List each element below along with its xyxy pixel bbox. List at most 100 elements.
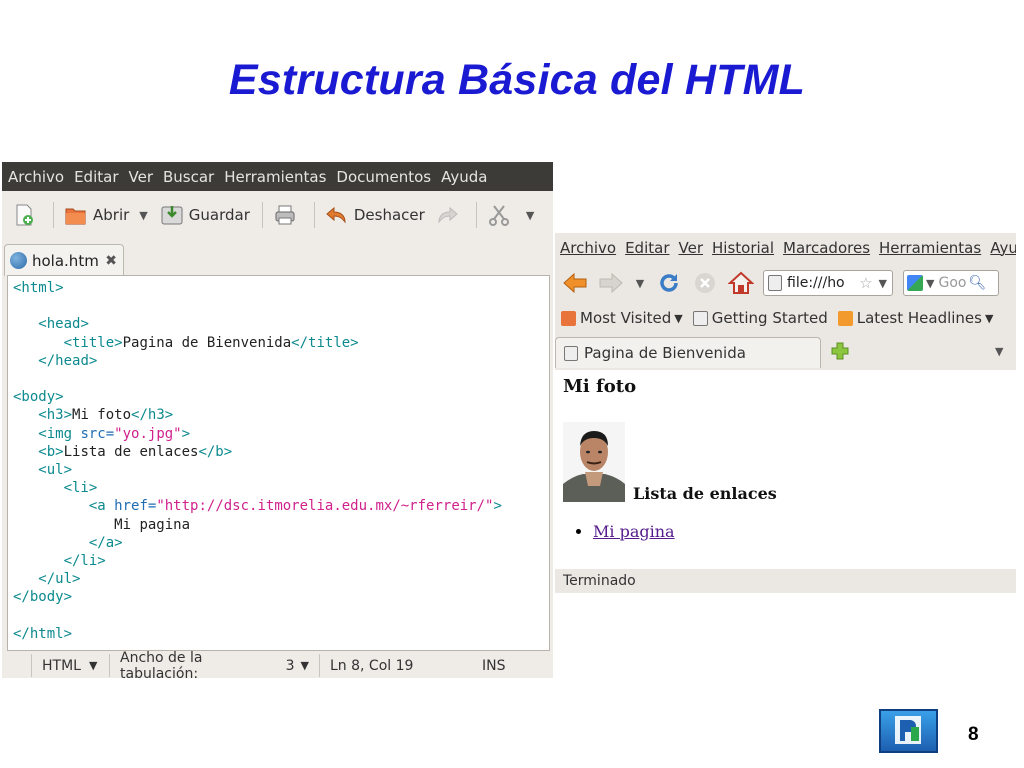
bookmark-label: Most Visited bbox=[580, 309, 672, 327]
reload-icon bbox=[660, 274, 678, 292]
search-bar[interactable]: ▼ Goo 🔍︎ bbox=[903, 270, 999, 296]
browser-tab-bar: Pagina de Bienvenida ▼ bbox=[555, 333, 1016, 369]
chevron-down-icon[interactable]: ▼ bbox=[926, 277, 934, 290]
reload-button[interactable] bbox=[655, 270, 683, 296]
page-favicon bbox=[564, 345, 578, 361]
chevron-down-icon[interactable]: ▼ bbox=[879, 277, 887, 290]
undo-icon bbox=[325, 203, 349, 227]
tab-width-value: 3 bbox=[285, 657, 295, 674]
bookmark-latest-headlines[interactable]: Latest Headlines ▼ bbox=[837, 309, 993, 327]
back-button[interactable] bbox=[561, 270, 589, 296]
editor-menu-ayuda[interactable]: Ayuda bbox=[441, 168, 487, 186]
editor-toolbar: Abrir ▼ Guardar Deshacer ▼ bbox=[2, 191, 553, 239]
forward-button[interactable] bbox=[597, 270, 625, 296]
page-viewport: Mi foto Lista de enlaces Mi pagina bbox=[555, 370, 1016, 569]
browser-statusbar: Terminado bbox=[563, 573, 636, 589]
toolbar-separator bbox=[53, 202, 54, 228]
tab-pagina-de-bienvenida[interactable]: Pagina de Bienvenida bbox=[555, 337, 821, 368]
redo-button[interactable] bbox=[435, 203, 464, 227]
chevron-down-icon[interactable]: ▼ bbox=[526, 209, 534, 222]
toolbar-separator bbox=[313, 202, 315, 228]
toolbar-separator bbox=[475, 202, 477, 228]
open-button-label: Abrir bbox=[93, 206, 130, 224]
bookmarks-toolbar: Most Visited ▼ Getting Started Latest He… bbox=[555, 303, 1016, 333]
url-bar[interactable]: file:///ho ☆ ▼ bbox=[763, 270, 893, 296]
page-bold-text: Lista de enlaces bbox=[633, 484, 777, 503]
open-button[interactable]: Abrir bbox=[64, 203, 129, 227]
editor-menu-archivo[interactable]: Archivo bbox=[8, 168, 64, 186]
new-button[interactable] bbox=[12, 203, 41, 227]
home-button[interactable] bbox=[727, 270, 755, 296]
stop-button[interactable] bbox=[691, 270, 719, 296]
link-list: Mi pagina bbox=[593, 522, 675, 541]
save-button-label: Guardar bbox=[188, 206, 250, 224]
chevron-down-icon[interactable]: ▼ bbox=[139, 209, 147, 222]
navigation-toolbar: ▼ file:///ho ☆ ▼ ▼ Goo 🔍︎ bbox=[555, 263, 1016, 303]
google-icon bbox=[907, 275, 923, 291]
tab-width-selector[interactable]: Ancho de la tabulación: 3 ▼ bbox=[110, 650, 320, 682]
tab-list-dropdown[interactable]: ▼ bbox=[995, 345, 1003, 358]
folder-icon bbox=[561, 310, 576, 326]
star-icon[interactable]: ☆ bbox=[859, 274, 872, 292]
redo-icon bbox=[435, 203, 459, 227]
bookmark-most-visited[interactable]: Most Visited ▼ bbox=[561, 309, 683, 327]
browser-menu-historial[interactable]: Historial bbox=[712, 239, 774, 257]
editor-statusbar: HTML ▼ Ancho de la tabulación: 3 ▼ Ln 8,… bbox=[2, 650, 553, 682]
profile-photo bbox=[563, 422, 625, 502]
editor-tab-bar: hola.htm ✖ bbox=[2, 239, 553, 276]
browser-menu-herramientas[interactable]: Herramientas bbox=[879, 239, 981, 257]
print-icon bbox=[273, 203, 297, 227]
page-icon bbox=[692, 310, 708, 326]
browser-window: Archivo Editar Ver Historial Marcadores … bbox=[555, 233, 1016, 593]
url-text: file:///ho bbox=[787, 275, 845, 291]
browser-menu-ayuda[interactable]: Ayuda bbox=[990, 239, 1016, 257]
language-selector[interactable]: HTML ▼ bbox=[32, 654, 110, 677]
save-button[interactable]: Guardar bbox=[160, 203, 250, 227]
back-arrow-icon bbox=[563, 272, 587, 294]
save-icon bbox=[160, 203, 184, 227]
close-icon[interactable]: ✖ bbox=[105, 253, 117, 269]
browser-menu-editar[interactable]: Editar bbox=[625, 239, 669, 257]
browser-menu-ver[interactable]: Ver bbox=[679, 239, 704, 257]
undo-button-label: Deshacer bbox=[353, 206, 425, 224]
text-editor-window: Archivo Editar Ver Buscar Herramientas D… bbox=[2, 162, 553, 682]
new-tab-plus-icon bbox=[831, 342, 849, 360]
cut-button[interactable] bbox=[487, 203, 516, 227]
cursor-position: Ln 8, Col 19 bbox=[330, 657, 414, 674]
home-icon bbox=[728, 271, 754, 294]
tab-hola-htm[interactable]: hola.htm ✖ bbox=[4, 244, 124, 276]
undo-button[interactable]: Deshacer bbox=[325, 203, 425, 227]
list-item: Mi pagina bbox=[593, 522, 675, 541]
new-file-icon bbox=[12, 203, 36, 227]
browser-tab-label: Pagina de Bienvenida bbox=[584, 344, 746, 362]
editor-menubar: Archivo Editar Ver Buscar Herramientas D… bbox=[2, 162, 553, 191]
editor-menu-ver[interactable]: Ver bbox=[129, 168, 154, 186]
editor-menu-documentos[interactable]: Documentos bbox=[336, 168, 431, 186]
institution-logo bbox=[879, 709, 938, 753]
rss-icon bbox=[837, 310, 853, 326]
browser-menu-archivo[interactable]: Archivo bbox=[560, 239, 616, 257]
globe-icon bbox=[10, 252, 27, 269]
print-button[interactable] bbox=[273, 203, 302, 227]
browser-menu-marcadores[interactable]: Marcadores bbox=[783, 239, 870, 257]
chevron-down-icon: ▼ bbox=[88, 659, 98, 672]
chevron-down-icon: ▼ bbox=[674, 311, 683, 325]
search-icon[interactable]: 🔍︎ bbox=[968, 275, 986, 291]
language-label: HTML bbox=[42, 657, 81, 674]
new-tab-button[interactable] bbox=[831, 342, 849, 364]
history-dropdown[interactable]: ▼ bbox=[633, 270, 647, 296]
tab-width-label: Ancho de la tabulación: bbox=[120, 649, 203, 682]
chevron-down-icon: ▼ bbox=[635, 276, 645, 290]
editor-menu-buscar[interactable]: Buscar bbox=[163, 168, 214, 186]
insert-mode: INS bbox=[482, 657, 506, 674]
open-folder-icon bbox=[64, 203, 88, 227]
code-editor-area[interactable]: <html> <head> <title>Pagina de Bienvenid… bbox=[7, 275, 550, 651]
chevron-down-icon: ▼ bbox=[300, 659, 309, 672]
mi-pagina-link[interactable]: Mi pagina bbox=[593, 522, 675, 541]
tab-label: hola.htm bbox=[32, 251, 99, 270]
editor-menu-herramientas[interactable]: Herramientas bbox=[224, 168, 326, 186]
editor-menu-editar[interactable]: Editar bbox=[74, 168, 118, 186]
bookmark-getting-started[interactable]: Getting Started bbox=[692, 309, 828, 327]
bookmark-label: Getting Started bbox=[711, 309, 828, 327]
stop-icon bbox=[695, 273, 715, 293]
